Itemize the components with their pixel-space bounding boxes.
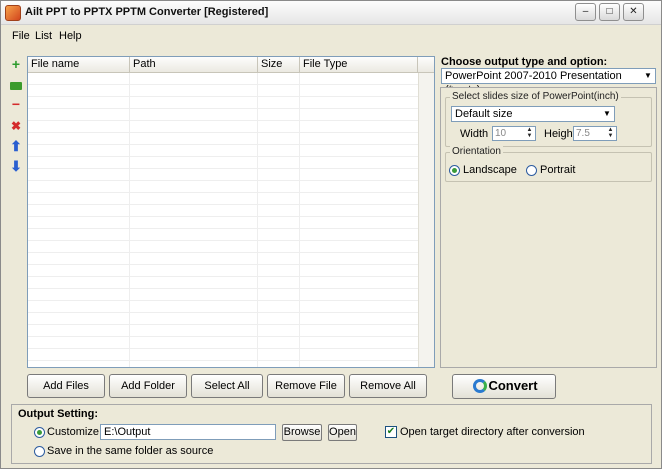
menu-list[interactable]: List	[35, 30, 52, 42]
chevron-down-icon[interactable]: ▼	[601, 108, 613, 120]
same-folder-radio[interactable]	[34, 446, 45, 457]
column-divider	[299, 73, 300, 367]
customize-label: Customize	[47, 426, 99, 438]
delete-icon[interactable]: ✖	[9, 119, 23, 133]
menu-help[interactable]: Help	[59, 30, 82, 42]
output-setting-title: Output Setting:	[18, 408, 99, 420]
same-folder-label: Save in the same folder as source	[47, 445, 214, 457]
output-path-input[interactable]: E:\Output	[100, 424, 276, 440]
file-list-header: File name Path Size File Type	[28, 57, 434, 73]
open-button[interactable]: Open	[328, 424, 357, 441]
column-path[interactable]: Path	[130, 57, 258, 73]
file-list[interactable]: File name Path Size File Type	[27, 56, 435, 368]
orientation-label: Orientation	[450, 146, 503, 157]
folder-icon[interactable]	[9, 79, 23, 93]
spin-arrows-icon[interactable]: ▲ ▼	[606, 127, 615, 140]
slide-size-group: Select slides size of PowerPoint(inch) D…	[445, 91, 652, 147]
height-value: 7.5	[576, 128, 590, 139]
move-up-icon[interactable]: ⬆	[9, 139, 23, 153]
height-spinner[interactable]: 7.5 ▲ ▼	[573, 126, 617, 141]
minimize-button[interactable]: –	[575, 3, 596, 21]
slide-size-label: Select slides size of PowerPoint(inch)	[450, 91, 621, 102]
remove-icon[interactable]: −	[9, 97, 23, 111]
column-divider	[257, 73, 258, 367]
output-format-select[interactable]: PowerPoint 2007-2010 Presentation (*.ppt…	[441, 68, 656, 96]
convert-button[interactable]: Convert	[452, 374, 556, 399]
app-window: Ailt PPT to PPTX PPTM Converter [Registe…	[0, 0, 662, 469]
app-icon	[5, 5, 21, 21]
add-files-button[interactable]: Add Files	[27, 374, 105, 398]
column-file-name[interactable]: File name	[28, 57, 130, 73]
close-button[interactable]: ✕	[623, 3, 644, 21]
open-directory-checkbox[interactable]: ✔	[385, 426, 397, 438]
maximize-button[interactable]: □	[599, 3, 620, 21]
height-label: Height	[544, 128, 576, 140]
menu-file[interactable]: File	[12, 30, 30, 42]
slide-size-value: Default size	[455, 108, 513, 120]
title-bar: Ailt PPT to PPTX PPTM Converter [Registe…	[1, 1, 661, 25]
chevron-down-icon[interactable]: ▼	[642, 70, 654, 82]
slide-size-select[interactable]: Default size ▼	[451, 106, 615, 122]
column-file-type[interactable]: File Type	[300, 57, 418, 73]
open-directory-label: Open target directory after conversion	[400, 426, 585, 438]
browse-button[interactable]: Browse	[282, 424, 322, 441]
landscape-label: Landscape	[463, 164, 517, 176]
width-value: 10	[495, 128, 507, 139]
menu-bar: File List Help	[1, 28, 661, 44]
portrait-radio[interactable]	[526, 165, 537, 176]
add-folder-button[interactable]: Add Folder	[109, 374, 187, 398]
side-toolbar: + − ✖ ⬆ ⬇	[7, 57, 25, 187]
landscape-radio[interactable]	[449, 165, 460, 176]
output-setting-panel: Output Setting: Customize E:\Output Brow…	[11, 404, 652, 464]
move-down-icon[interactable]: ⬇	[9, 159, 23, 173]
convert-icon	[473, 379, 487, 393]
portrait-label: Portrait	[540, 164, 576, 176]
column-divider	[129, 73, 130, 367]
orientation-group: Orientation Landscape Portrait	[445, 146, 652, 182]
output-type-title: Choose output type and option:	[441, 56, 608, 68]
width-label: Width	[460, 128, 489, 140]
add-icon[interactable]: +	[9, 57, 23, 71]
width-spinner[interactable]: 10 ▲ ▼	[492, 126, 536, 141]
vertical-scrollbar[interactable]	[418, 73, 434, 367]
spin-arrows-icon[interactable]: ▲ ▼	[525, 127, 534, 140]
file-list-rows	[28, 73, 434, 367]
column-size[interactable]: Size	[258, 57, 300, 73]
remove-all-button[interactable]: Remove All	[349, 374, 427, 398]
select-all-button[interactable]: Select All	[191, 374, 263, 398]
options-panel: Select slides size of PowerPoint(inch) D…	[440, 87, 657, 368]
window-title: Ailt PPT to PPTX PPTM Converter [Registe…	[25, 6, 269, 18]
customize-radio[interactable]	[34, 427, 45, 438]
remove-file-button[interactable]: Remove File	[267, 374, 345, 398]
